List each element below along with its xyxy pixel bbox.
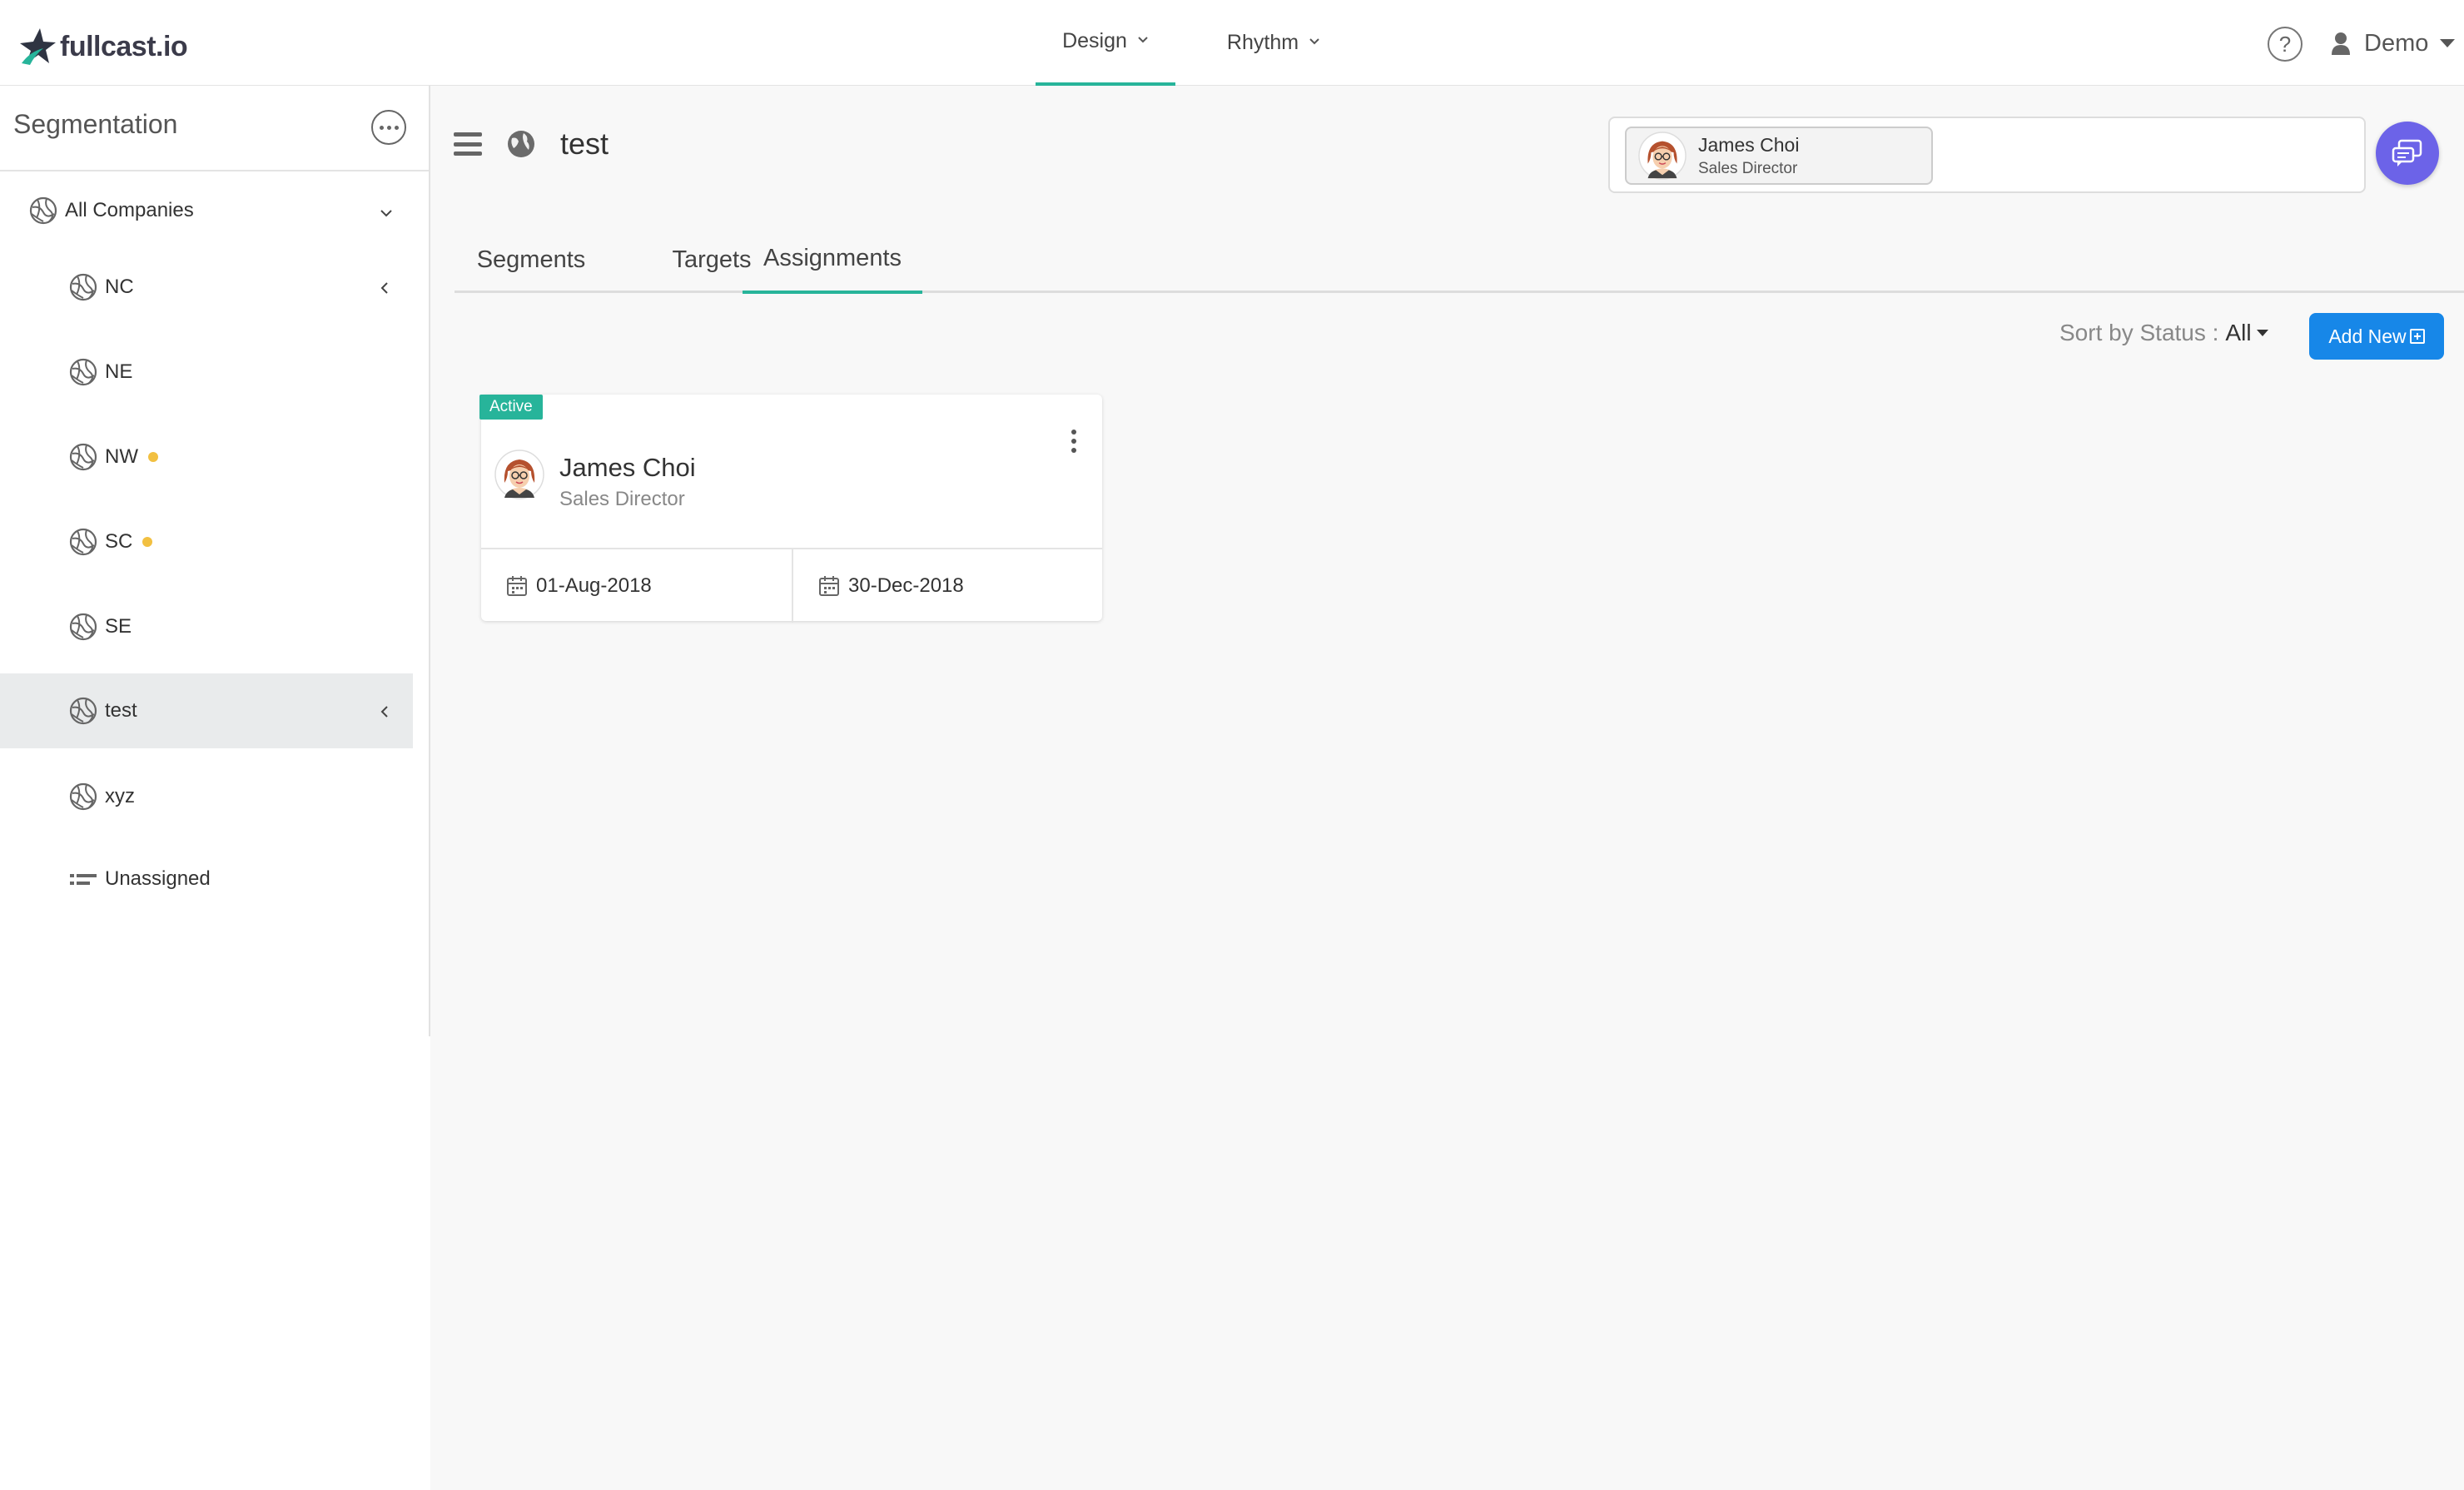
sidebar-item-label: NE [105, 360, 133, 383]
user-name: Demo [2364, 29, 2429, 57]
assignee-name: James Choi [559, 453, 696, 482]
sidebar-item-label: NW [105, 445, 138, 468]
chevron-down-icon [1138, 36, 1148, 42]
globe-icon [68, 612, 98, 642]
status-badge: Active [479, 395, 543, 420]
end-date-value: 30-Dec-2018 [848, 574, 964, 597]
plus-square-icon [2409, 329, 2425, 344]
segmentation-sidebar: Segmentation All Companies NC NE NW SC S… [0, 86, 430, 1036]
app-logo[interactable]: fullcast.io [18, 23, 188, 70]
calendar-icon [506, 575, 528, 597]
sort-value: All [2225, 320, 2252, 345]
sidebar-item-nw[interactable]: NW [0, 420, 413, 494]
help-symbol: ? [2278, 31, 2292, 57]
tab-bar: Segments Targets Assignments [455, 226, 2464, 294]
nav-design-label: Design [1062, 29, 1127, 52]
chevron-down-icon[interactable] [380, 206, 393, 220]
tab-segments[interactable]: Segments [455, 226, 608, 293]
sidebar-item-label: Unassigned [105, 867, 211, 890]
user-icon [2332, 32, 2350, 55]
status-dot [147, 452, 158, 462]
chevron-left-icon[interactable] [378, 281, 391, 295]
add-new-label: Add New [2328, 325, 2407, 347]
globe-icon [68, 357, 98, 387]
page-title: test [560, 127, 609, 161]
sort-label: Sort by Status : [2059, 320, 2219, 345]
end-date: 30-Dec-2018 [792, 549, 1102, 623]
sidebar-footer-area [0, 1036, 430, 1490]
globe-icon [68, 442, 98, 472]
top-navigation-bar: fullcast.io Design Rhythm ? Demo [0, 0, 2464, 86]
tab-assignments[interactable]: Assignments [743, 226, 922, 294]
menu-icon[interactable] [454, 132, 482, 156]
sidebar-item-xyz[interactable]: xyz [0, 759, 413, 834]
more-options-icon[interactable] [371, 110, 406, 145]
help-icon[interactable]: ? [2268, 27, 2303, 62]
sidebar-item-nc[interactable]: NC [0, 250, 413, 325]
globe-icon [508, 131, 534, 157]
globe-icon [68, 272, 98, 302]
sidebar-item-test[interactable]: test [0, 673, 413, 748]
caret-down-icon [2256, 330, 2268, 336]
owner-chip[interactable]: James Choi Sales Director [1625, 127, 1933, 185]
sort-by-status[interactable]: Sort by Status : All [2059, 320, 2268, 346]
star-logo-icon [20, 28, 56, 65]
card-dates: 01-Aug-2018 30-Dec-2018 [481, 548, 1102, 623]
list-icon [70, 874, 97, 885]
tab-label: Targets [672, 246, 752, 273]
sidebar-item-label: xyz [105, 785, 135, 807]
start-date: 01-Aug-2018 [481, 549, 792, 623]
caret-down-icon [2440, 39, 2456, 47]
globe-icon [68, 782, 98, 812]
sidebar-item-all-companies[interactable]: All Companies [0, 173, 413, 248]
sidebar-item-ne[interactable]: NE [0, 335, 413, 410]
avatar [494, 449, 544, 499]
assignee-role: Sales Director [559, 488, 685, 510]
nav-design-menu[interactable]: Design [1036, 0, 1175, 86]
sidebar-item-label: test [105, 699, 137, 722]
chat-icon [2392, 139, 2422, 166]
chat-button[interactable] [2376, 122, 2439, 185]
owner-role: Sales Director [1698, 159, 1798, 177]
nav-rhythm-label: Rhythm [1226, 31, 1299, 54]
kebab-menu-icon[interactable] [1069, 430, 1079, 453]
avatar [1638, 132, 1687, 180]
sidebar-header: Segmentation [0, 86, 429, 171]
start-date-value: 01-Aug-2018 [536, 574, 652, 597]
sidebar-item-se[interactable]: SE [0, 589, 413, 664]
sidebar-item-unassigned[interactable]: Unassigned [0, 842, 413, 916]
sidebar-item-label: SE [105, 615, 132, 638]
status-dot [142, 537, 153, 547]
add-new-button[interactable]: Add New [2309, 313, 2444, 360]
owner-name: James Choi [1698, 133, 1800, 156]
globe-icon [68, 527, 98, 557]
nav-rhythm-menu[interactable]: Rhythm [1199, 0, 1349, 86]
tab-label: Assignments [763, 245, 902, 271]
globe-icon [28, 196, 58, 226]
globe-icon [68, 696, 98, 726]
sidebar-item-sc[interactable]: SC [0, 504, 413, 579]
owner-field[interactable]: James Choi Sales Director [1608, 117, 2366, 193]
logo-text: fullcast.io [60, 30, 188, 62]
calendar-icon [818, 575, 840, 597]
sidebar-item-label: SC [105, 530, 133, 553]
sidebar-item-label: All Companies [65, 199, 194, 221]
chevron-left-icon[interactable] [378, 705, 391, 718]
tab-label: Segments [476, 246, 586, 273]
user-menu[interactable]: Demo [2331, 23, 2456, 63]
page-header: test [454, 123, 609, 165]
sidebar-title: Segmentation [13, 109, 178, 139]
sidebar-item-label: NC [105, 276, 134, 298]
assignment-card[interactable]: Active James Choi Sales Director 01-Aug-… [479, 395, 1102, 623]
chevron-down-icon [1309, 37, 1319, 44]
